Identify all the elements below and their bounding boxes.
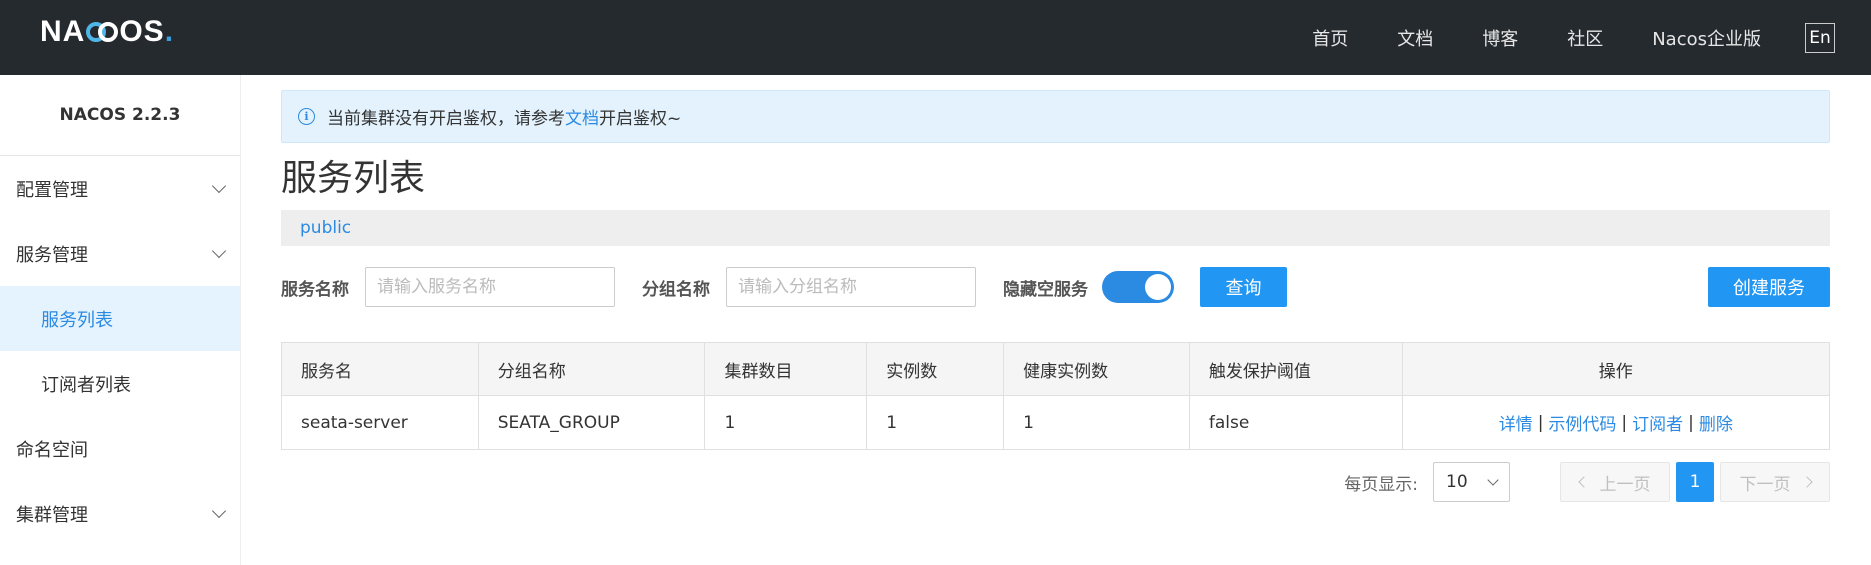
per-page-select[interactable]: 10 <box>1433 462 1510 502</box>
notice-text-after: 开启鉴权~ <box>599 109 682 129</box>
group-name-input[interactable] <box>726 267 976 307</box>
cell-service-name: seata-server <box>282 396 479 449</box>
sidebar-item-label: 命名空间 <box>16 439 88 461</box>
page-number-button[interactable]: 1 <box>1676 462 1714 502</box>
sidebar-item-label: 集群管理 <box>16 504 88 526</box>
logo-rings-icon <box>86 22 119 42</box>
cell-healthy-count: 1 <box>1004 396 1190 449</box>
service-name-label: 服务名称 <box>281 279 349 300</box>
hide-empty-toggle[interactable] <box>1102 271 1174 303</box>
language-toggle-button[interactable]: En <box>1805 22 1835 53</box>
sidebar-item-label: 订阅者列表 <box>41 374 131 396</box>
sidebar-item-label: 服务列表 <box>41 309 113 331</box>
filter-bar: 服务名称 分组名称 隐藏空服务 查询 创建服务 <box>281 266 1830 308</box>
sidebar-item-label: 配置管理 <box>16 179 88 201</box>
chevron-down-icon <box>211 178 227 193</box>
logo-text-na: NA <box>40 15 86 48</box>
namespace-public-link[interactable]: public <box>300 218 351 238</box>
cell-instance-count: 1 <box>867 396 1005 449</box>
top-nav: 首页 文档 博客 社区 Nacos企业版 En <box>1312 0 1871 75</box>
info-icon: i <box>298 108 315 125</box>
chevron-down-icon <box>211 503 227 518</box>
pagination: 每页显示: 10 上一页 1 下一页 <box>281 462 1830 502</box>
hide-empty-label: 隐藏空服务 <box>1003 279 1088 300</box>
table-row: seata-server SEATA_GROUP 1 1 1 false 详情 |… <box>282 396 1829 449</box>
table-header-row: 服务名 分组名称 集群数目 实例数 健康实例数 触发保护阈值 操作 <box>282 343 1829 396</box>
query-button[interactable]: 查询 <box>1200 267 1287 307</box>
sidebar-item-subscriber-list[interactable]: 订阅者列表 <box>0 351 240 416</box>
cell-protect-threshold: false <box>1190 396 1403 449</box>
top-navbar: NA OS. 首页 文档 博客 社区 Nacos企业版 En <box>0 0 1871 75</box>
column-header: 服务名 <box>282 343 479 395</box>
sidebar-item-config-management[interactable]: 配置管理 <box>0 156 240 221</box>
cell-operations: 详情 | 示例代码 | 订阅者 | 删除 <box>1403 396 1829 449</box>
page-title: 服务列表 <box>281 158 426 199</box>
toggle-knob <box>1145 274 1171 300</box>
create-service-button[interactable]: 创建服务 <box>1708 267 1830 307</box>
service-table: 服务名 分组名称 集群数目 实例数 健康实例数 触发保护阈值 操作 seata-… <box>281 342 1830 450</box>
sidebar-item-service-management[interactable]: 服务管理 <box>0 221 240 286</box>
next-page-label: 下一页 <box>1739 474 1791 495</box>
auth-notice-banner: i 当前集群没有开启鉴权，请参考 文档 开启鉴权~ <box>281 90 1830 143</box>
nav-home[interactable]: 首页 <box>1312 25 1348 51</box>
nav-community[interactable]: 社区 <box>1567 25 1603 51</box>
prev-page-button[interactable]: 上一页 <box>1560 462 1670 502</box>
service-name-input[interactable] <box>365 267 615 307</box>
per-page-label: 每页显示: <box>1344 474 1418 495</box>
namespace-bar: public <box>281 210 1830 246</box>
column-header: 触发保护阈值 <box>1190 343 1403 395</box>
subscribers-link[interactable]: 订阅者 <box>1632 410 1683 435</box>
nav-enterprise[interactable]: Nacos企业版 <box>1652 25 1761 51</box>
ops-separator: | <box>1621 412 1628 433</box>
sidebar: NACOS 2.2.3 配置管理 服务管理 服务列表 订阅者列表 命名空间 集群… <box>0 75 241 565</box>
details-link[interactable]: 详情 <box>1499 410 1533 435</box>
column-header: 集群数目 <box>705 343 868 395</box>
ops-separator: | <box>1688 412 1694 433</box>
logo-text-os: OS <box>119 15 165 48</box>
next-page-button[interactable]: 下一页 <box>1720 462 1830 502</box>
chevron-down-icon <box>1487 474 1499 486</box>
main-content: i 当前集群没有开启鉴权，请参考 文档 开启鉴权~ 服务列表 public 服务名称… <box>281 75 1830 502</box>
nav-blog[interactable]: 博客 <box>1482 25 1518 51</box>
sample-code-link[interactable]: 示例代码 <box>1548 410 1616 435</box>
sidebar-item-namespace[interactable]: 命名空间 <box>0 416 240 481</box>
per-page-value: 10 <box>1446 472 1468 492</box>
chevron-down-icon <box>211 243 227 258</box>
column-header: 操作 <box>1598 361 1633 382</box>
nav-docs[interactable]: 文档 <box>1397 25 1433 51</box>
notice-docs-link[interactable]: 文档 <box>565 104 599 129</box>
cell-group-name: SEATA_GROUP <box>479 396 706 449</box>
chevron-left-icon <box>1577 476 1590 488</box>
sidebar-item-service-list[interactable]: 服务列表 <box>0 286 240 351</box>
logo-dot: . <box>164 15 175 48</box>
nacos-logo[interactable]: NA OS. <box>40 14 174 50</box>
sidebar-version-title: NACOS 2.2.3 <box>0 75 240 156</box>
column-header: 分组名称 <box>479 343 706 395</box>
column-header: 实例数 <box>867 343 1005 395</box>
prev-page-label: 上一页 <box>1599 474 1651 495</box>
cell-cluster-count: 1 <box>705 396 868 449</box>
ops-separator: | <box>1537 412 1544 433</box>
group-name-label: 分组名称 <box>642 279 710 300</box>
chevron-right-icon <box>1800 476 1813 488</box>
column-header: 健康实例数 <box>1004 343 1190 395</box>
delete-link[interactable]: 删除 <box>1699 410 1733 435</box>
sidebar-item-label: 服务管理 <box>16 244 88 266</box>
sidebar-item-cluster-management[interactable]: 集群管理 <box>0 481 240 546</box>
notice-text-before: 当前集群没有开启鉴权，请参考 <box>327 109 565 129</box>
